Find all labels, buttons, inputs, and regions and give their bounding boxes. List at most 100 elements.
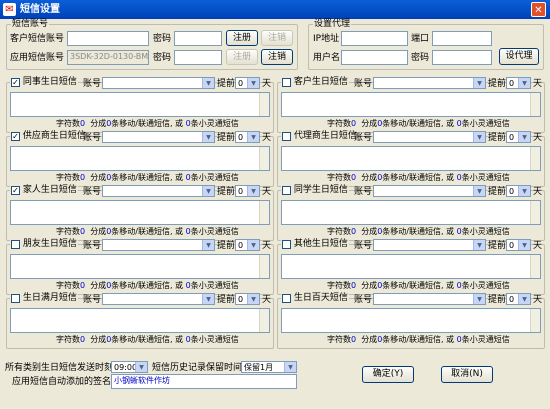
- panel-scrollbar[interactable]: [259, 147, 269, 170]
- ip-input[interactable]: [341, 31, 408, 46]
- panel-message-textarea[interactable]: [281, 146, 541, 171]
- ok-button[interactable]: 确定(Y): [362, 366, 414, 383]
- client-password-input[interactable]: [174, 31, 222, 46]
- account-group-title: 短信账号: [11, 19, 50, 30]
- panel-account-label: 账号: [83, 187, 102, 197]
- history-label: 短信历史记录保留时间: [152, 363, 243, 373]
- panel-scrollbar[interactable]: [259, 309, 269, 332]
- panel-account-select[interactable]: ▼: [373, 239, 486, 251]
- panel-day-label: 天: [533, 241, 543, 251]
- panel-scrollbar[interactable]: [530, 255, 540, 278]
- cancel-account-button[interactable]: 注销: [261, 30, 293, 46]
- panel-enable-checkbox[interactable]: [282, 240, 291, 249]
- panel-enable-checkbox[interactable]: ✓: [11, 132, 20, 141]
- panel-advance-label: 提前: [488, 295, 507, 305]
- app-password-input[interactable]: [174, 50, 222, 65]
- panel-enable-checkbox[interactable]: [11, 294, 20, 303]
- chevron-down-icon: ▼: [473, 186, 485, 196]
- panel-account-select[interactable]: ▼: [373, 293, 486, 305]
- panel-message-textarea[interactable]: [10, 92, 270, 117]
- panel-account-select[interactable]: ▼: [102, 239, 215, 251]
- panel-message-textarea[interactable]: [10, 308, 270, 333]
- panel-char-count: 字符数0 分成0条移动/联通短信, 或 0条小灵通短信: [327, 281, 510, 290]
- panel-advance-value: 0: [509, 79, 515, 88]
- panel-advance-select[interactable]: 0 ▼: [506, 131, 531, 143]
- app-account-input[interactable]: 3SDK-32D-0130-BMKLK: [67, 50, 149, 65]
- set-proxy-button[interactable]: 设代理: [499, 48, 539, 65]
- panel-message-textarea[interactable]: [281, 254, 541, 279]
- sms-app-icon: ✉: [3, 3, 16, 16]
- panel-scrollbar[interactable]: [259, 93, 269, 116]
- panel-account-label: 账号: [354, 187, 373, 197]
- panel-header: ✓ 同事生日短信: [10, 77, 78, 88]
- panel-account-select[interactable]: ▼: [373, 185, 486, 197]
- panel-advance-value: 0: [509, 187, 515, 196]
- panel-scrollbar[interactable]: [530, 93, 540, 116]
- panel-advance-select[interactable]: 0 ▼: [235, 131, 260, 143]
- panel-account-label: 账号: [83, 79, 102, 89]
- panel-enable-checkbox[interactable]: ✓: [11, 186, 20, 195]
- panel-scrollbar[interactable]: [259, 201, 269, 224]
- title-bar: ✉ 短信设置 ✕: [0, 0, 550, 19]
- signature-input[interactable]: 小钢蜥软件作坊: [111, 374, 297, 389]
- chevron-down-icon: ▼: [473, 240, 485, 250]
- panel-enable-checkbox[interactable]: ✓: [11, 78, 20, 87]
- panel-scrollbar[interactable]: [530, 201, 540, 224]
- register-button[interactable]: 注册: [226, 30, 258, 46]
- panel-advance-select[interactable]: 0 ▼: [235, 77, 260, 89]
- panel-advance-select[interactable]: 0 ▼: [506, 239, 531, 251]
- panel-account-select[interactable]: ▼: [102, 185, 215, 197]
- panel-advance-label: 提前: [217, 187, 236, 197]
- panel-advance-value: 0: [238, 133, 244, 142]
- app-register-button[interactable]: 注册: [226, 49, 258, 65]
- panel-scrollbar[interactable]: [530, 309, 540, 332]
- close-button[interactable]: ✕: [531, 2, 546, 17]
- panel-message-textarea[interactable]: [281, 308, 541, 333]
- panel-advance-select[interactable]: 0 ▼: [506, 293, 531, 305]
- panel-enable-checkbox[interactable]: [282, 132, 291, 141]
- panel-advance-select[interactable]: 0 ▼: [235, 239, 260, 251]
- cancel-button[interactable]: 取消(N): [441, 366, 493, 383]
- chevron-down-icon: ▼: [473, 294, 485, 304]
- history-select[interactable]: 保留1月 ▼: [241, 361, 297, 373]
- panel-message-textarea[interactable]: [281, 200, 541, 225]
- panel-scrollbar[interactable]: [259, 255, 269, 278]
- panel-account-select[interactable]: ▼: [373, 131, 486, 143]
- panel-advance-label: 提前: [217, 241, 236, 251]
- panel-enable-checkbox[interactable]: [11, 240, 20, 249]
- panel-advance-select[interactable]: 0 ▼: [506, 185, 531, 197]
- app-cancel-button[interactable]: 注销: [261, 49, 293, 65]
- panel-account-select[interactable]: ▼: [102, 77, 215, 89]
- panel-char-count: 字符数0 分成0条移动/联通短信, 或 0条小灵通短信: [327, 335, 510, 344]
- port-input[interactable]: [432, 31, 492, 46]
- panel-message-textarea[interactable]: [10, 200, 270, 225]
- panel-enable-checkbox[interactable]: [282, 294, 291, 303]
- panel-advance-select[interactable]: 0 ▼: [235, 185, 260, 197]
- panel-scrollbar[interactable]: [530, 147, 540, 170]
- panel-account-label: 账号: [354, 133, 373, 143]
- panel-account-select[interactable]: ▼: [102, 131, 215, 143]
- panel-advance-select[interactable]: 0 ▼: [235, 293, 260, 305]
- panel-message-textarea[interactable]: [10, 254, 270, 279]
- chevron-down-icon: ▼: [518, 186, 530, 196]
- panel-advance-select[interactable]: 0 ▼: [506, 77, 531, 89]
- panel-enable-checkbox[interactable]: [282, 186, 291, 195]
- panel-account-select[interactable]: ▼: [102, 293, 215, 305]
- proxy-password-label: 密码: [411, 53, 430, 63]
- username-input[interactable]: [341, 50, 408, 65]
- panel-message-textarea[interactable]: [10, 146, 270, 171]
- ip-label: IP地址: [313, 34, 340, 44]
- client-account-input[interactable]: [67, 31, 149, 46]
- panel-advance-label: 提前: [488, 187, 507, 197]
- panel-title: 家人生日短信: [22, 185, 77, 195]
- proxy-password-input[interactable]: [432, 50, 492, 65]
- panel-message-textarea[interactable]: [281, 92, 541, 117]
- panel-header: 客户生日短信: [281, 77, 349, 88]
- send-time-select[interactable]: 09:00 ▼: [111, 361, 148, 373]
- panel-account-select[interactable]: ▼: [373, 77, 486, 89]
- chevron-down-icon: ▼: [247, 132, 259, 142]
- panel-title: 供应商生日短信: [22, 131, 86, 141]
- panel-day-label: 天: [262, 241, 272, 251]
- chevron-down-icon: ▼: [518, 78, 530, 88]
- panel-enable-checkbox[interactable]: [282, 78, 291, 87]
